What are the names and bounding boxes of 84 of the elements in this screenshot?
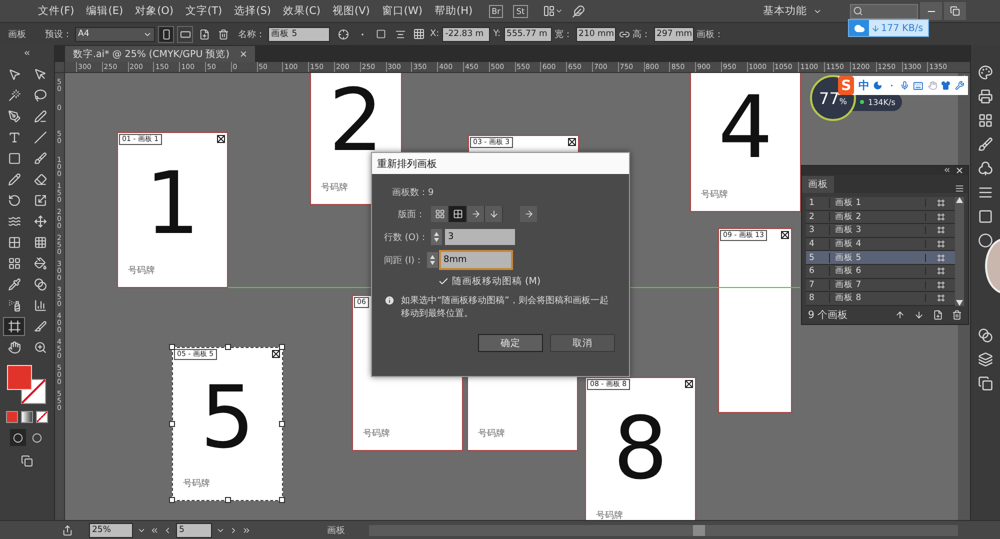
- artboard-row[interactable]: 6 画板 6: [806, 264, 955, 279]
- row-index: 1: [806, 198, 830, 208]
- menu-item[interactable]: 窗口(W): [376, 4, 428, 18]
- artboard-label: 画板：: [696, 28, 724, 40]
- artboard-number: 4: [718, 84, 773, 171]
- height-label: 高：: [632, 28, 651, 40]
- artboard-caption: 号码牌: [701, 188, 728, 201]
- row-index: 8: [806, 293, 830, 304]
- row-name: 画板 1: [834, 197, 862, 210]
- panel-tab[interactable]: 画板: [802, 176, 834, 193]
- artboard-caption: 号码牌: [183, 478, 210, 490]
- artboard-caption: 号码牌: [128, 264, 155, 277]
- width-field[interactable]: 210 mm: [576, 26, 616, 42]
- artboard-dropdown[interactable]: 5: [176, 522, 212, 538]
- row-index: 4: [806, 239, 830, 250]
- row-name: 画板 5: [834, 252, 862, 264]
- artboard-row[interactable]: 5 画板 5: [806, 251, 955, 265]
- layout-label: 版面：: [398, 208, 425, 220]
- row-name: 画板 3: [834, 224, 862, 236]
- height-field[interactable]: 297 mm: [654, 26, 694, 42]
- row-index: 7: [806, 280, 830, 290]
- width-label: 宽：: [554, 28, 573, 40]
- ime-mode[interactable]: 中: [858, 78, 870, 93]
- menu-item[interactable]: 选择(S): [228, 4, 277, 18]
- artboard-number: 5: [200, 375, 255, 462]
- gauge-value: 77: [819, 88, 840, 108]
- row-name: 画板 8: [834, 292, 862, 304]
- menu-item[interactable]: 编辑(E): [80, 4, 130, 18]
- artboard-total: 9 个画板: [808, 308, 848, 322]
- app-badge[interactable]: Br: [488, 4, 504, 18]
- y-label: Y:: [493, 29, 501, 39]
- document-tab[interactable]: 数字.ai* @ 25% (CMYK/GPU 预览) ×: [65, 46, 256, 62]
- row-name: 画板 7: [834, 278, 862, 291]
- row-name: 画板 4: [834, 238, 862, 250]
- preset-label: 预设：: [45, 28, 72, 40]
- artboard-caption: 号码牌: [321, 182, 348, 194]
- name-field[interactable]: 画板 5: [268, 26, 330, 42]
- spacing-label: 间距 (I)：: [384, 254, 424, 266]
- checkbox-label: 随画板移动图稿 (M): [452, 275, 541, 288]
- y-field[interactable]: 555.77 m: [504, 26, 552, 42]
- app-badge[interactable]: St: [513, 4, 528, 18]
- artboard-caption: 号码牌: [596, 510, 623, 520]
- panel-title: 画板: [8, 28, 26, 40]
- x-label: X:: [430, 29, 440, 39]
- workspace-menu[interactable]: 基本功能: [757, 4, 813, 18]
- artboard-count: 画板数：9: [392, 186, 434, 199]
- menu-item[interactable]: 对象(O): [129, 4, 180, 18]
- artboard-row[interactable]: 8 画板 8: [806, 292, 955, 306]
- artboard-row[interactable]: 3 画板 3: [806, 224, 955, 238]
- row-name: 画板 6: [834, 265, 862, 278]
- rows-field[interactable]: 3: [444, 229, 515, 245]
- ok-button[interactable]: 确定: [478, 334, 543, 352]
- cancel-button[interactable]: 取消: [550, 334, 615, 352]
- name-label: 名称：: [238, 28, 265, 40]
- menu-item[interactable]: 帮助(H): [428, 4, 479, 18]
- info-text: 如果选中“随画板移动图稿”，则会将图稿和画板一起移动到最终位置。: [401, 295, 610, 321]
- menu-item[interactable]: 效果(C): [277, 4, 327, 18]
- status-text: 画板: [327, 524, 345, 536]
- row-name: 画板 2: [834, 210, 862, 223]
- x-field[interactable]: -22.83 m: [442, 26, 490, 42]
- artboard-row[interactable]: 2 画板 2: [806, 210, 955, 224]
- artboard-caption: 号码牌: [363, 428, 390, 440]
- row-index: 3: [806, 225, 830, 236]
- row-index: 5: [806, 252, 830, 263]
- row-index: 2: [806, 212, 830, 222]
- artboard-row[interactable]: 1 画板 1: [806, 197, 955, 211]
- rows-label: 行数 (O)：: [384, 232, 428, 244]
- download-speed: 177 KB/s: [881, 22, 924, 34]
- gauge-unit: %: [839, 96, 847, 106]
- spacing-field[interactable]: 8mm: [440, 252, 511, 268]
- row-index: 6: [806, 266, 830, 276]
- menu-item[interactable]: 视图(V): [326, 4, 376, 18]
- artboard-row[interactable]: 4 画板 4: [806, 238, 955, 252]
- artboard-caption: 号码牌: [478, 428, 505, 440]
- artboard-number: 1: [145, 160, 200, 247]
- network-speed: 134K/s: [868, 98, 896, 106]
- artboard-number: 8: [613, 406, 668, 492]
- menu-item[interactable]: 文字(T): [180, 4, 228, 18]
- menu-item[interactable]: 文件(F): [32, 4, 80, 18]
- ime-logo: S: [838, 76, 854, 95]
- close-icon[interactable]: ×: [239, 48, 248, 60]
- artboard-row[interactable]: 7 画板 7: [806, 278, 955, 292]
- zoom-dropdown[interactable]: 25%: [89, 522, 133, 538]
- preset-dropdown[interactable]: A4: [75, 26, 155, 42]
